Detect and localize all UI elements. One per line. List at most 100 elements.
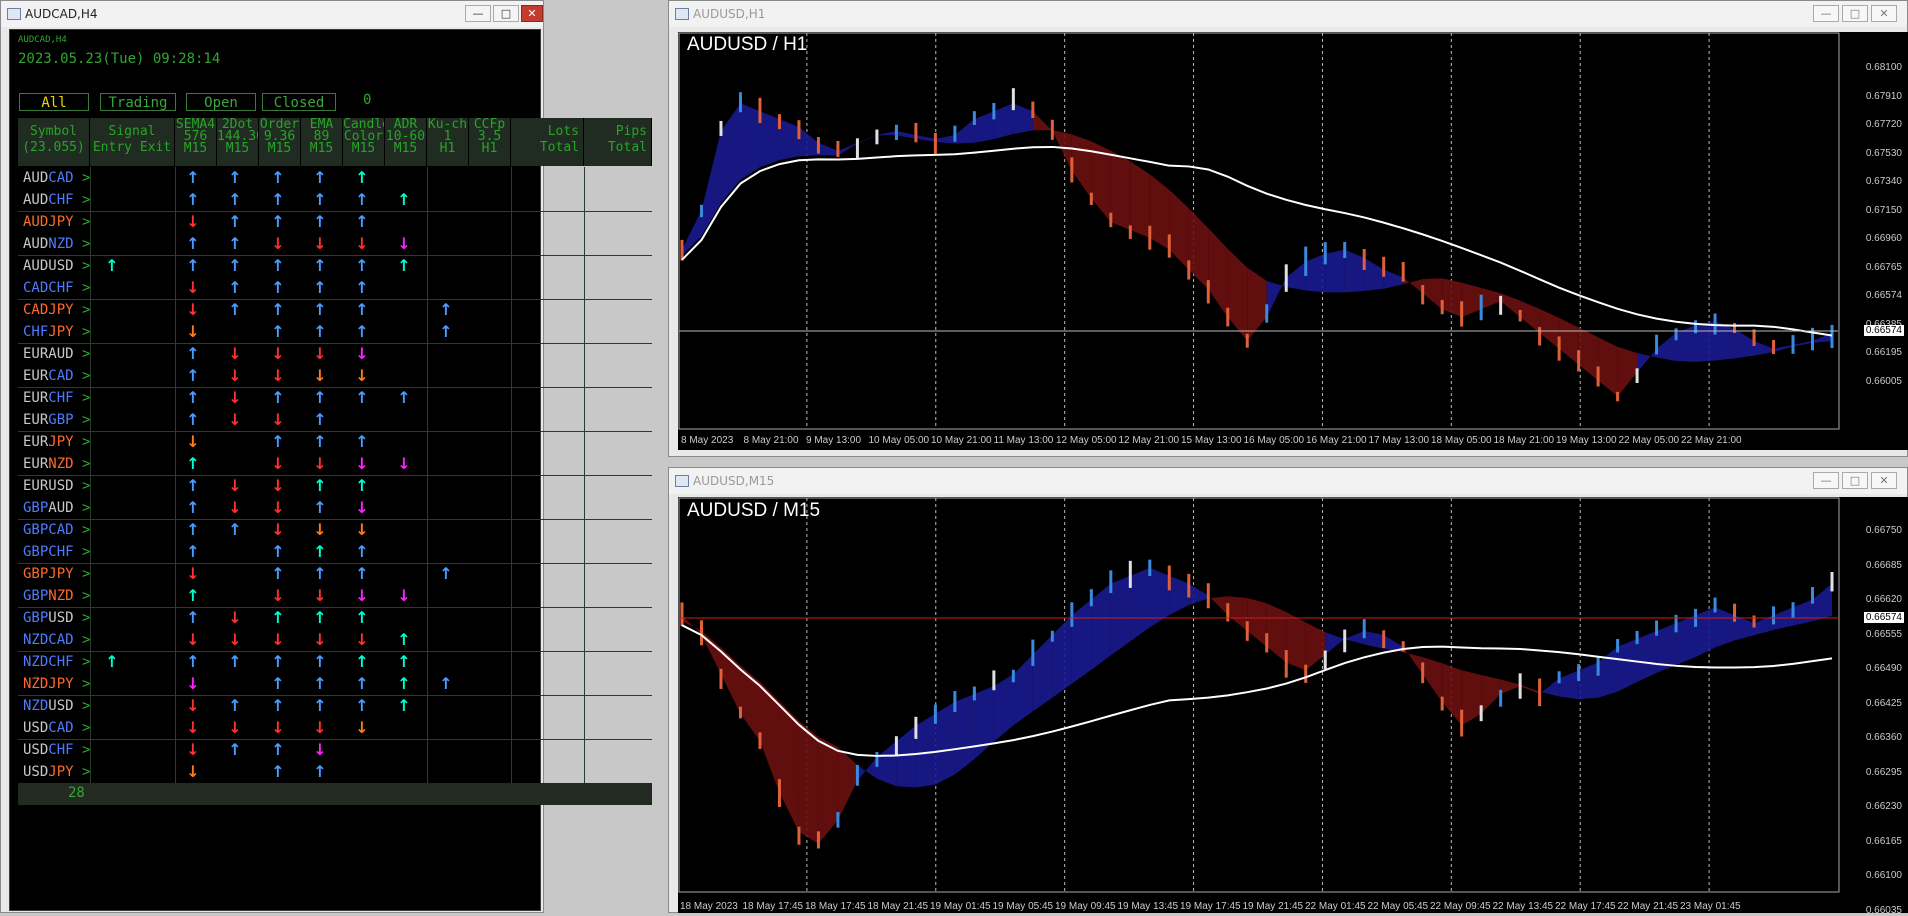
chevron-right-icon[interactable]: > [74,698,90,714]
table-row[interactable]: GBPAUD > ↑ ↓ ↓ ↑ ↓ [18,497,652,519]
table-row[interactable]: GBPCAD > ↑ ↑ ↓ ↓ ↓ [18,519,652,541]
chevron-right-icon[interactable]: > [74,280,90,296]
chevron-right-icon[interactable]: > [74,720,90,736]
maximize-button[interactable]: □ [493,5,519,22]
table-row[interactable]: CADJPY > ↓ ↑ ↑ ↑ ↑ ↑ [18,299,652,321]
chevron-right-icon[interactable]: > [74,764,90,780]
table-row[interactable]: EURGBP > ↑ ↓ ↓ ↑ [18,409,652,431]
table-row[interactable]: AUDNZD > ↑ ↑ ↓ ↓ ↓ ↓ [18,233,652,255]
chevron-right-icon[interactable]: > [74,214,90,230]
table-row[interactable]: EURCHF > ↑ ↓ ↑ ↑ ↑ ↑ [18,387,652,409]
table-row[interactable]: EURJPY > ↓ ↑ ↑ ↑ [18,431,652,453]
symbol-cell[interactable]: USDCAD > [23,717,90,739]
table-row[interactable]: CHFJPY > ↓ ↑ ↑ ↑ ↑ [18,321,652,343]
chevron-right-icon[interactable]: > [74,412,90,428]
close-button[interactable]: ✕ [521,5,543,22]
chevron-right-icon[interactable]: > [74,610,90,626]
chevron-right-icon[interactable]: > [74,258,90,274]
header-pips[interactable]: Pips Total [584,118,652,166]
minimize-button[interactable]: — [1813,472,1839,489]
symbol-cell[interactable]: USDJPY > [23,761,90,783]
table-row[interactable]: GBPCHF > ↑ ↑ ↑ ↑ [18,541,652,563]
symbol-cell[interactable]: AUDCAD > [23,167,90,189]
symbol-cell[interactable]: GBPJPY > [23,563,90,585]
symbol-cell[interactable]: USDCHF > [23,739,90,761]
chevron-right-icon[interactable]: > [74,500,90,516]
chevron-right-icon[interactable]: > [74,544,90,560]
symbol-cell[interactable]: AUDUSD > [23,255,90,277]
symbol-cell[interactable]: EURUSD > [23,475,90,497]
table-row[interactable]: USDCAD > ↓ ↓ ↓ ↓ ↓ [18,717,652,739]
chevron-right-icon[interactable]: > [74,588,90,604]
chevron-right-icon[interactable]: > [74,346,90,362]
header-kuch[interactable]: Ku-ch 1 H1 [427,118,469,166]
maximize-button[interactable]: □ [1842,5,1868,22]
chevron-right-icon[interactable]: > [74,192,90,208]
tab-closed[interactable]: Closed [262,93,336,111]
close-button[interactable]: ✕ [1871,5,1897,22]
header-2dot[interactable]: 2Dot 144.36 M15 [217,118,259,166]
chevron-right-icon[interactable]: > [74,368,90,384]
header-order[interactable]: Order 9.36 M15 [259,118,301,166]
symbol-cell[interactable]: EURCHF > [23,387,90,409]
header-symbol[interactable]: Symbol (23.055) [18,118,90,166]
chevron-right-icon[interactable]: > [74,654,90,670]
table-row[interactable]: AUDJPY > ↓ ↑ ↑ ↑ ↑ [18,211,652,233]
table-row[interactable]: EURAUD > ↑ ↓ ↓ ↓ ↓ [18,343,652,365]
chart-m15-titlebar[interactable]: AUDUSD,M15 — □ ✕ [669,468,1907,494]
symbol-cell[interactable]: EURAUD > [23,343,90,365]
symbol-cell[interactable]: GBPNZD > [23,585,90,607]
chevron-right-icon[interactable]: > [74,632,90,648]
symbol-cell[interactable]: EURCAD > [23,365,90,387]
table-row[interactable]: USDCHF > ↓ ↑ ↑ ↓ [18,739,652,761]
table-row[interactable]: NZDCHF > ↑ ↑ ↑ ↑ ↑ ↑ ↑ [18,651,652,673]
symbol-cell[interactable]: CADCHF > [23,277,90,299]
table-row[interactable]: AUDCAD > ↑ ↑ ↑ ↑ ↑ [18,167,652,189]
table-row[interactable]: EURNZD > ↑ ↓ ↓ ↓ ↓ [18,453,652,475]
table-row[interactable]: USDJPY > ↓ ↑ ↑ [18,761,652,783]
symbol-cell[interactable]: NZDUSD > [23,695,90,717]
table-row[interactable]: GBPNZD > ↑ ↓ ↓ ↓ ↓ [18,585,652,607]
minimize-button[interactable]: — [1813,5,1839,22]
symbol-cell[interactable]: AUDJPY > [23,211,90,233]
symbol-cell[interactable]: CHFJPY > [23,321,90,343]
symbol-cell[interactable]: AUDCHF > [23,189,90,211]
tab-all[interactable]: All [19,93,89,111]
chevron-right-icon[interactable]: > [74,566,90,582]
symbol-cell[interactable]: NZDCAD > [23,629,90,651]
dashboard-titlebar[interactable]: AUDCAD,H4 — □ ✕ [1,1,543,27]
maximize-button[interactable]: □ [1842,472,1868,489]
table-row[interactable]: NZDJPY > ↓ ↑ ↑ ↑ ↑ ↑ [18,673,652,695]
header-candle[interactable]: Candle Color M15 [343,118,385,166]
chevron-right-icon[interactable]: > [74,522,90,538]
symbol-cell[interactable]: CADJPY > [23,299,90,321]
close-button[interactable]: ✕ [1871,472,1897,489]
symbol-cell[interactable]: GBPCAD > [23,519,90,541]
symbol-cell[interactable]: GBPCHF > [23,541,90,563]
chevron-right-icon[interactable]: > [74,236,90,252]
table-row[interactable]: NZDCAD > ↓ ↓ ↓ ↓ ↓ ↑ [18,629,652,651]
chevron-right-icon[interactable]: > [74,742,90,758]
table-row[interactable]: EURCAD > ↑ ↓ ↓ ↓ ↓ [18,365,652,387]
symbol-cell[interactable]: GBPUSD > [23,607,90,629]
symbol-cell[interactable]: EURNZD > [23,453,90,475]
chevron-right-icon[interactable]: > [74,676,90,692]
table-row[interactable]: GBPUSD > ↑ ↓ ↑ ↑ ↑ [18,607,652,629]
header-lots[interactable]: Lots Total [511,118,584,166]
symbol-cell[interactable]: EURGBP > [23,409,90,431]
table-row[interactable]: NZDUSD > ↓ ↑ ↑ ↑ ↑ ↑ [18,695,652,717]
chevron-right-icon[interactable]: > [74,170,90,186]
symbol-cell[interactable]: NZDCHF > [23,651,90,673]
header-ema[interactable]: EMA 89 M15 [301,118,343,166]
tab-trading[interactable]: Trading [100,93,176,111]
table-row[interactable]: EURUSD > ↑ ↓ ↓ ↑ ↑ [18,475,652,497]
chart-m15-area[interactable]: AUDUSD / M15 0.66750 0.66685 0.66620 0.6655… [678,497,1908,916]
chart-h1-area[interactable]: AUDUSD / H1 0.68100 0.67910 0.67720 0.67530… [678,32,1908,450]
chevron-right-icon[interactable]: > [74,324,90,340]
table-row[interactable]: AUDUSD > ↑ ↑ ↑ ↑ ↑ ↑ ↑ [18,255,652,277]
tab-open[interactable]: Open [186,93,256,111]
table-row[interactable]: AUDCHF > ↑ ↑ ↑ ↑ ↑ ↑ [18,189,652,211]
chevron-right-icon[interactable]: > [74,456,90,472]
header-ccfp[interactable]: CCFp 3.5 H1 [469,118,511,166]
chevron-right-icon[interactable]: > [74,434,90,450]
